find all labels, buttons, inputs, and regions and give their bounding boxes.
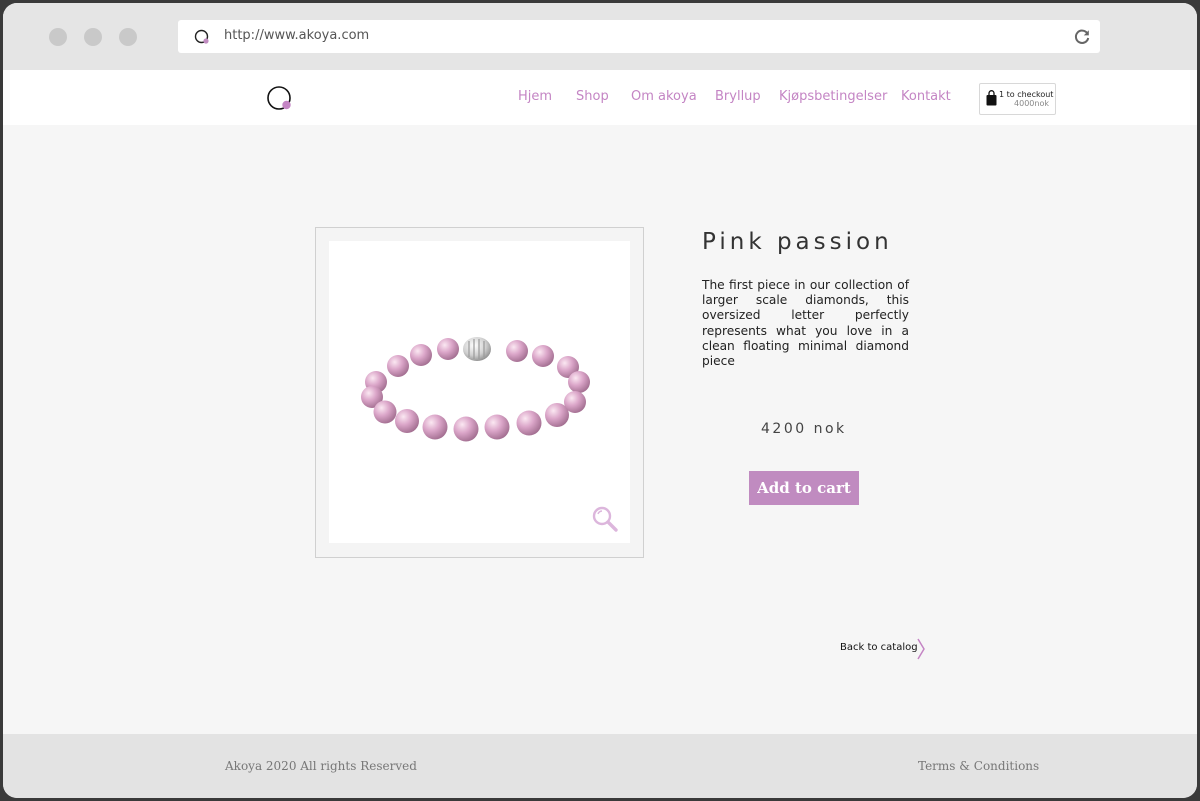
cart-count: 1 to checkout — [999, 90, 1054, 99]
browser-window: http://www.akoya.com Hjem Shop Om akoya … — [3, 3, 1197, 798]
akoya-logo[interactable] — [266, 85, 294, 113]
add-to-cart-button[interactable]: Add to cart — [749, 471, 859, 505]
window-minimize-button[interactable] — [84, 28, 102, 46]
pearl-bracelet-image — [361, 337, 590, 442]
reload-icon[interactable] — [1073, 28, 1091, 46]
site-header: Hjem Shop Om akoya Bryllup Kjøpsbetingel… — [3, 70, 1197, 125]
browser-toolbar: http://www.akoya.com — [3, 3, 1197, 70]
window-maximize-button[interactable] — [119, 28, 137, 46]
footer-copyright: Akoya 2020 All rights Reserved — [225, 759, 417, 773]
nav-item-bryllup[interactable]: Bryllup — [715, 89, 761, 104]
product-image-frame — [315, 227, 644, 558]
nav-item-kontakt[interactable]: Kontakt — [901, 89, 951, 104]
product-description: The first piece in our collection of lar… — [702, 278, 909, 369]
back-to-catalog-label: Back to catalog — [840, 642, 918, 653]
address-bar[interactable]: http://www.akoya.com — [178, 20, 1100, 53]
site-logo-icon — [194, 29, 209, 44]
window-close-button[interactable] — [49, 28, 67, 46]
zoom-icon[interactable] — [591, 505, 619, 533]
nav-item-shop[interactable]: Shop — [576, 89, 609, 104]
cart-button[interactable]: 1 to checkout 4000nok — [979, 83, 1056, 115]
nav-item-hjem[interactable]: Hjem — [518, 89, 552, 104]
terms-link[interactable]: Terms & Conditions — [918, 759, 1039, 773]
product-price: 4200 nok — [761, 421, 847, 437]
url-text[interactable]: http://www.akoya.com — [224, 28, 369, 43]
shopping-bag-icon — [986, 90, 997, 106]
product-title: Pink passion — [702, 229, 893, 255]
cart-total: 4000nok — [1014, 99, 1049, 108]
nav-item-kjopsbetingelser[interactable]: Kjøpsbetingelser — [779, 89, 887, 104]
product-image[interactable] — [329, 241, 630, 543]
chevron-right-icon — [917, 638, 925, 660]
nav-item-om-akoya[interactable]: Om akoya — [631, 89, 697, 104]
pearl-strand — [361, 337, 590, 442]
site-footer: Akoya 2020 All rights Reserved Terms & C… — [3, 734, 1197, 798]
